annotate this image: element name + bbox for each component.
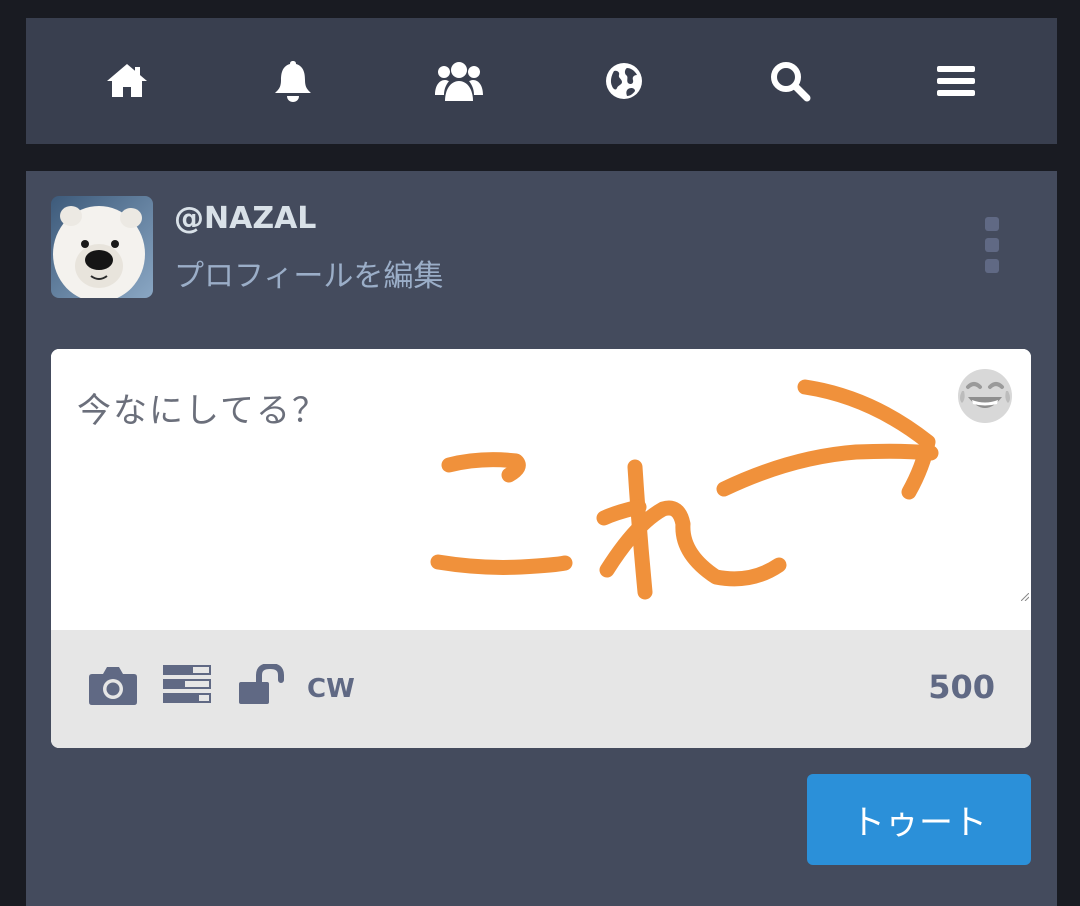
search-icon[interactable] xyxy=(758,49,822,113)
globe-icon[interactable] xyxy=(592,49,656,113)
poll-icon[interactable] xyxy=(163,664,211,708)
resize-handle-icon[interactable] xyxy=(1021,593,1029,601)
camera-icon[interactable] xyxy=(88,664,138,710)
avatar[interactable] xyxy=(51,196,153,298)
compose-textarea[interactable]: 今なにしてる？ xyxy=(51,349,1031,630)
toot-button[interactable]: トゥート xyxy=(807,774,1031,865)
compose-toolbar: CW 500 xyxy=(51,630,1031,748)
compose-placeholder: 今なにしてる？ xyxy=(77,391,328,431)
more-options-icon[interactable] xyxy=(974,217,1010,273)
username: @NAZAL xyxy=(174,201,317,236)
top-navigation xyxy=(26,18,1057,144)
content-warning-button[interactable]: CW xyxy=(307,674,355,704)
emoji-picker-icon[interactable] xyxy=(956,367,1014,425)
unlock-icon[interactable] xyxy=(239,662,285,710)
compose-panel: @NAZAL プロフィールを編集 今なにしてる？ CW 500 トゥート xyxy=(26,171,1057,906)
edit-profile-link[interactable]: プロフィールを編集 xyxy=(174,251,443,295)
users-icon[interactable] xyxy=(427,49,491,113)
character-counter: 500 xyxy=(928,668,995,706)
home-icon[interactable] xyxy=(95,49,159,113)
menu-icon[interactable] xyxy=(924,49,988,113)
bell-icon[interactable] xyxy=(261,49,325,113)
compose-editor: 今なにしてる？ CW 500 xyxy=(51,349,1031,748)
